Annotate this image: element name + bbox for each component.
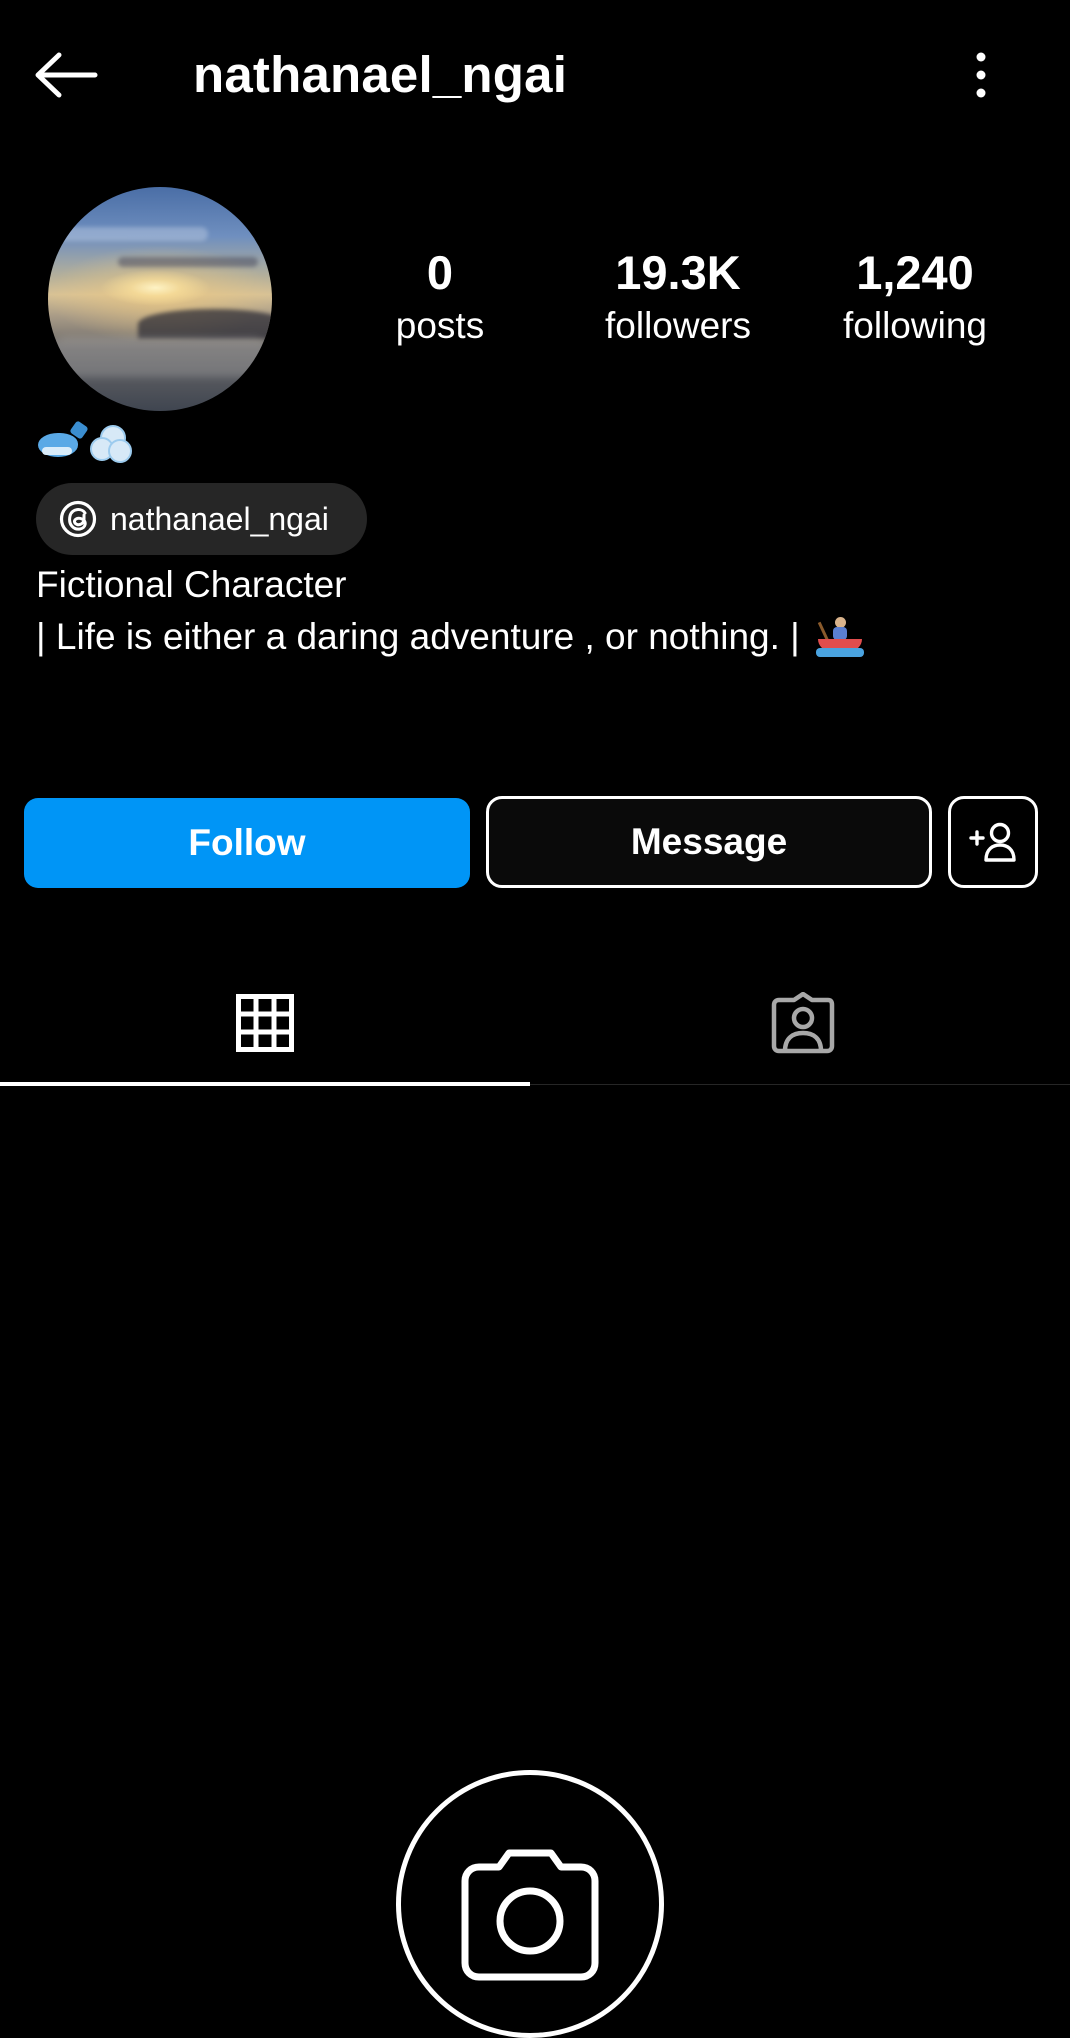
camera-icon xyxy=(461,1849,599,1981)
following-count: 1,240 xyxy=(856,246,974,299)
profile-bio: | Life is either a daring adventure , or… xyxy=(36,612,865,662)
threads-profile-link[interactable]: nathanael_ngai xyxy=(36,483,367,555)
tagged-person-icon xyxy=(771,991,835,1053)
threads-username: nathanael_ngai xyxy=(110,500,329,537)
stat-following[interactable]: 1,240 following xyxy=(825,245,1005,351)
tab-posts-grid[interactable] xyxy=(0,960,530,1085)
active-tab-indicator xyxy=(0,1082,530,1086)
empty-posts-camera xyxy=(396,1770,664,2038)
stat-followers[interactable]: 19.3K followers xyxy=(588,245,768,351)
followers-label: followers xyxy=(605,305,751,346)
threads-icon xyxy=(59,500,97,538)
posts-label: posts xyxy=(395,305,485,346)
tab-tagged[interactable] xyxy=(536,960,1070,1085)
tabs-divider xyxy=(530,1084,1070,1085)
back-button[interactable] xyxy=(28,40,104,110)
followers-count: 19.3K xyxy=(615,246,741,299)
suggested-users-button[interactable] xyxy=(948,796,1038,888)
following-label: following xyxy=(843,305,987,346)
stat-posts: 0 posts xyxy=(350,245,530,351)
vertical-dots-icon xyxy=(976,52,986,98)
posts-count: 0 xyxy=(426,246,454,299)
message-button[interactable]: Message xyxy=(486,796,932,888)
profile-category: Fictional Character xyxy=(36,564,347,605)
person-rowing-boat-icon xyxy=(816,615,865,657)
bio-emoji-row xyxy=(36,420,132,463)
more-options-button[interactable] xyxy=(946,40,1016,110)
profile-username-title: nathanael_ngai xyxy=(193,46,568,103)
follow-button[interactable]: Follow xyxy=(24,798,470,888)
bio-text: | Life is either a daring adventure , or… xyxy=(36,616,800,657)
grid-icon xyxy=(236,993,294,1052)
arrow-left-icon xyxy=(35,52,98,98)
profile-avatar[interactable] xyxy=(48,187,272,411)
add-person-icon xyxy=(969,822,1016,862)
dash-puff-icon xyxy=(86,421,132,463)
whale-icon xyxy=(36,420,89,463)
